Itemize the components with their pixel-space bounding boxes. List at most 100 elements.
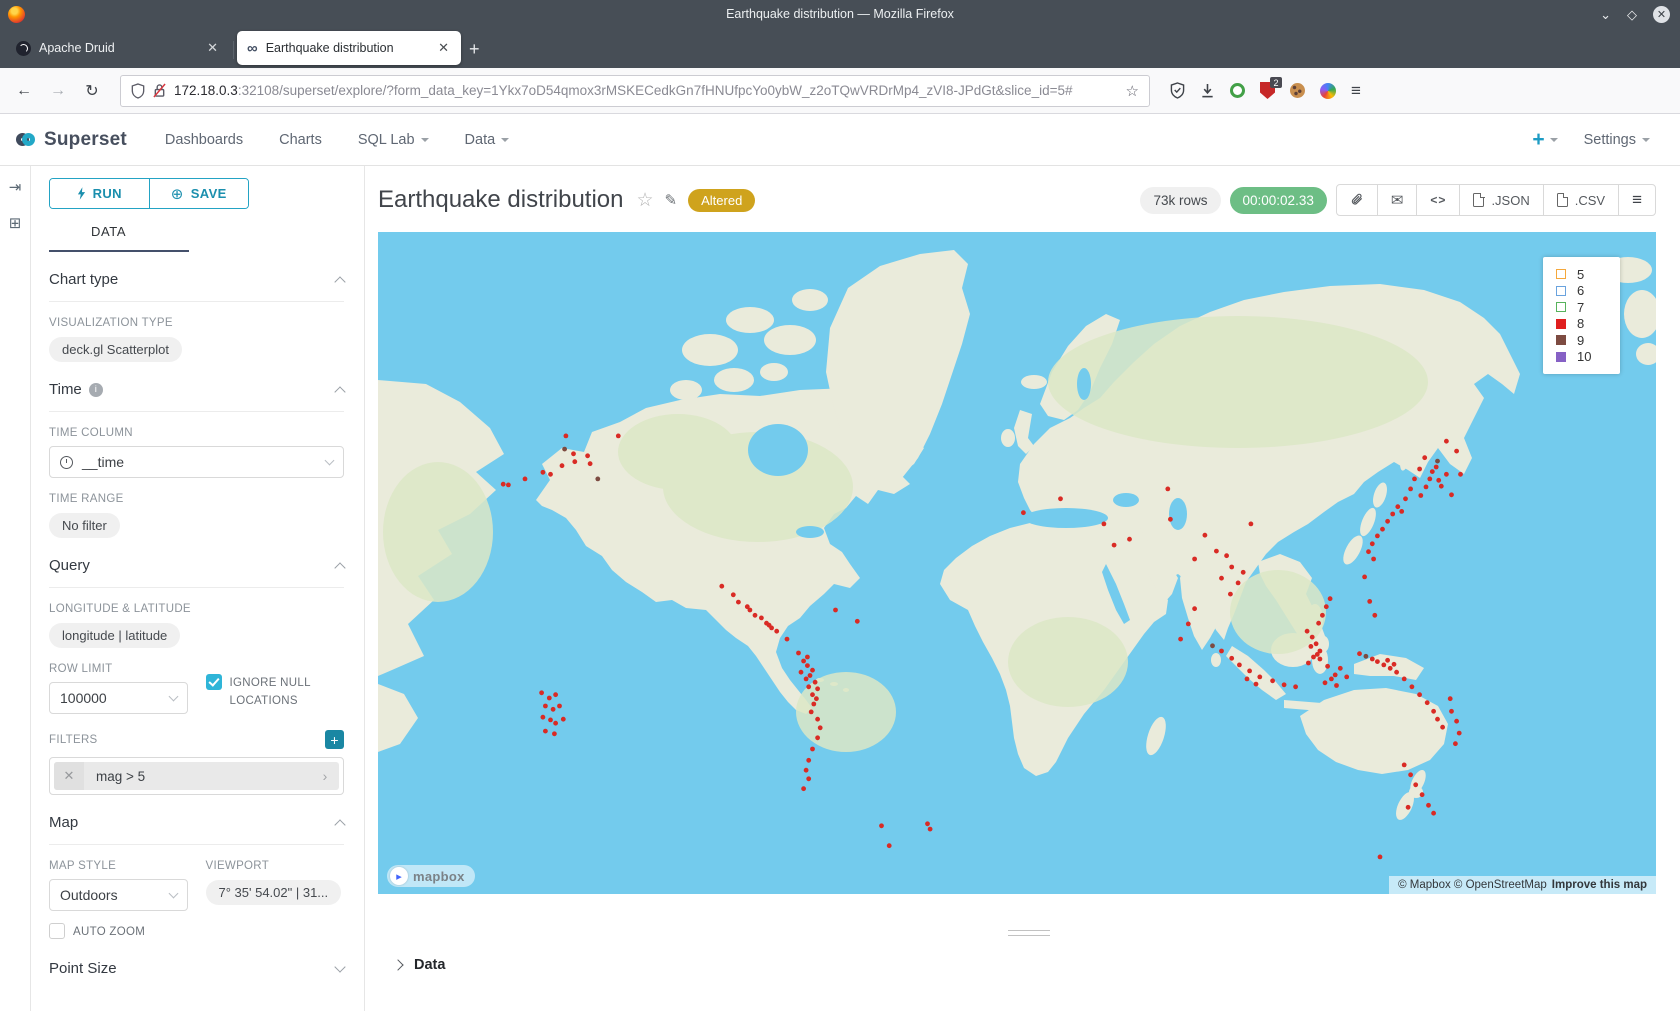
earthquake-point[interactable] — [1394, 670, 1399, 675]
earthquake-point[interactable] — [1435, 459, 1440, 464]
earthquake-point[interactable] — [548, 718, 553, 723]
earthquake-point[interactable] — [1241, 570, 1246, 575]
earthquake-point[interactable] — [1408, 487, 1413, 492]
earthquake-point[interactable] — [1449, 492, 1454, 497]
earthquake-point[interactable] — [1392, 662, 1397, 667]
earthquake-point[interactable] — [1418, 493, 1423, 498]
earthquake-point[interactable] — [810, 668, 815, 673]
save-button[interactable]: ⊕ SAVE — [149, 179, 249, 208]
row-limit-select[interactable]: 100000 — [49, 682, 188, 714]
menu-icon[interactable]: ≡ — [1351, 81, 1361, 101]
earthquake-point[interactable] — [1168, 517, 1173, 522]
earthquake-point[interactable] — [501, 482, 506, 487]
earthquake-point[interactable] — [1310, 635, 1315, 640]
earthquake-point[interactable] — [1413, 782, 1418, 787]
earthquake-point[interactable] — [1237, 663, 1242, 668]
earthquake-point[interactable] — [547, 696, 552, 701]
mapbox-logo[interactable]: ▸ mapbox — [387, 865, 475, 887]
earthquake-point[interactable] — [1370, 657, 1375, 662]
earthquake-point[interactable] — [1328, 596, 1333, 601]
checkbox-unchecked-icon[interactable] — [49, 923, 65, 939]
earthquake-point[interactable] — [1324, 604, 1329, 609]
earthquake-point[interactable] — [1367, 599, 1372, 604]
earthquake-point[interactable] — [855, 619, 860, 624]
superset-logo[interactable]: Superset — [16, 129, 127, 151]
earthquake-point[interactable] — [1372, 613, 1377, 618]
section-header[interactable]: Point Size — [49, 960, 344, 990]
earthquake-point[interactable] — [928, 827, 933, 832]
earthquake-point[interactable] — [1385, 519, 1390, 524]
copy-link-button[interactable] — [1337, 185, 1377, 215]
earthquake-point[interactable] — [1439, 484, 1444, 489]
earthquake-point[interactable] — [1444, 472, 1449, 477]
earthquake-point[interactable] — [814, 696, 819, 701]
earthquake-point[interactable] — [759, 616, 764, 621]
url-bar[interactable]: 172.18.0.3:32108/superset/explore/?form_… — [120, 75, 1150, 107]
earthquake-point[interactable] — [805, 655, 810, 660]
earthquake-point[interactable] — [809, 710, 814, 715]
time-column-select[interactable]: __time — [49, 446, 344, 478]
earthquake-point[interactable] — [806, 758, 811, 763]
earthquake-point[interactable] — [1444, 439, 1449, 444]
time-range-pill[interactable]: No filter — [49, 513, 120, 538]
earthquake-point[interactable] — [808, 673, 813, 678]
downloads-icon[interactable] — [1200, 83, 1215, 99]
earthquake-point[interactable] — [1254, 682, 1259, 687]
earthquake-point[interactable] — [1402, 763, 1407, 768]
back-icon[interactable]: ← — [10, 82, 38, 100]
earthquake-point[interactable] — [833, 608, 838, 613]
improve-map-link[interactable]: Improve this map — [1552, 879, 1647, 891]
earthquake-point[interactable] — [1314, 641, 1319, 646]
earthquake-point[interactable] — [1380, 527, 1385, 532]
deckgl-scatter-map[interactable]: 5678910 ▸ mapbox © Mapbox © OpenStreetMa… — [378, 232, 1656, 894]
earthquake-point[interactable] — [1364, 654, 1369, 659]
earthquake-point[interactable] — [1412, 477, 1417, 482]
viewport-pill[interactable]: 7° 35' 54.02" | 31... — [206, 880, 342, 905]
colorful-extension-icon[interactable] — [1320, 83, 1336, 99]
earthquake-point[interactable] — [1457, 731, 1462, 736]
earthquake-point[interactable] — [925, 821, 930, 826]
run-button[interactable]: RUN — [50, 179, 149, 208]
edit-properties-icon[interactable]: ✎ — [665, 191, 678, 209]
tab-earthquake-distribution[interactable]: ∞ Earthquake distribution ✕ — [237, 31, 461, 65]
earthquake-point[interactable] — [1454, 719, 1459, 724]
earthquake-point[interactable] — [1440, 725, 1445, 730]
window-minimize-icon[interactable]: ⌄ — [1600, 8, 1611, 21]
earthquake-point[interactable] — [1431, 811, 1436, 816]
section-header[interactable]: Map — [49, 814, 344, 845]
favorite-star-icon[interactable]: ☆ — [636, 189, 653, 212]
earthquake-point[interactable] — [753, 613, 758, 618]
earthquake-point[interactable] — [1431, 709, 1436, 714]
earthquake-point[interactable] — [1192, 557, 1197, 562]
new-chart-button[interactable]: + — [1532, 128, 1557, 152]
earthquake-point[interactable] — [799, 670, 804, 675]
earthquake-point[interactable] — [523, 477, 528, 482]
earthquake-point[interactable] — [1420, 792, 1425, 797]
section-header[interactable]: Chart type — [49, 271, 344, 302]
earthquake-point[interactable] — [1323, 680, 1328, 685]
earthquake-point[interactable] — [1422, 455, 1427, 460]
earthquake-point[interactable] — [767, 623, 772, 628]
earthquake-point[interactable] — [1388, 666, 1393, 671]
earthquake-point[interactable] — [1224, 553, 1229, 558]
earthquake-point[interactable] — [1228, 592, 1233, 597]
earthquake-point[interactable] — [1366, 549, 1371, 554]
earthquake-point[interactable] — [1453, 741, 1458, 746]
earthquake-point[interactable] — [1229, 565, 1234, 570]
earthquake-point[interactable] — [1236, 581, 1241, 586]
earthquake-point[interactable] — [1410, 684, 1415, 689]
earthquake-point[interactable] — [1395, 504, 1400, 509]
earthquake-point[interactable] — [1102, 522, 1107, 527]
altered-badge[interactable]: Altered — [688, 189, 755, 212]
earthquake-point[interactable] — [810, 692, 815, 697]
earthquake-point[interactable] — [1214, 549, 1219, 554]
email-button[interactable]: ✉ — [1377, 185, 1417, 215]
tab-apache-druid[interactable]: Apache Druid ✕ — [6, 31, 230, 65]
earthquake-point[interactable] — [1426, 803, 1431, 808]
window-maximize-icon[interactable]: ◇ — [1627, 8, 1637, 21]
earthquake-point[interactable] — [616, 434, 621, 439]
earthquake-point[interactable] — [719, 584, 724, 589]
earthquake-point[interactable] — [805, 663, 810, 668]
earthquake-point[interactable] — [818, 725, 823, 730]
earthquake-point[interactable] — [1425, 700, 1430, 705]
